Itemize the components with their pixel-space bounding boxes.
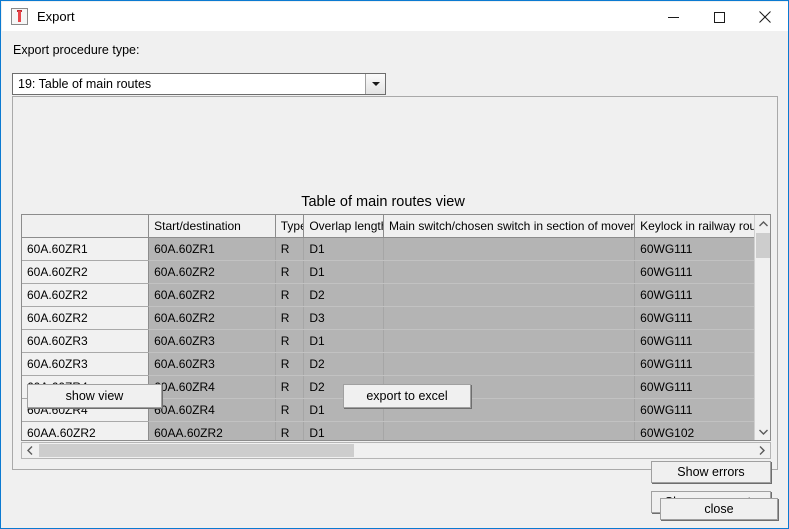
table-cell[interactable]: D1 (303, 329, 384, 353)
table-cell[interactable]: D2 (303, 352, 384, 376)
row-header-cell[interactable]: 60A.60ZR2 (22, 260, 150, 284)
export-signal-icon (11, 8, 28, 25)
row-header-cell[interactable]: 60A.60ZR3 (22, 352, 150, 376)
column-header-start-destination[interactable]: Start/destination (148, 215, 276, 238)
show-errors-button[interactable]: Show errors (651, 461, 771, 483)
column-header-main-switch[interactable]: Main switch/chosen switch in section of … (383, 215, 636, 238)
column-header-rowlabel[interactable] (22, 215, 150, 238)
export-to-excel-button[interactable]: export to excel (343, 384, 471, 408)
show-view-button[interactable]: show view (27, 384, 162, 408)
row-header-cell[interactable]: 60A.60ZR3 (22, 329, 150, 353)
table-cell[interactable]: 60A.60ZR2 (148, 283, 276, 307)
table-horizontal-scrollbar[interactable] (21, 442, 771, 459)
table-cell[interactable] (383, 421, 636, 440)
table-cell[interactable]: R (275, 352, 305, 376)
table-cell[interactable]: R (275, 375, 305, 399)
table-cell[interactable]: D1 (303, 237, 384, 261)
table-cell[interactable] (383, 237, 636, 261)
table-body: 60A.60ZR1 60A.60ZR1 R D1 60WG111 60A.60ZR2 60A… (22, 237, 770, 440)
table-cell[interactable]: 60A.60ZR2 (148, 306, 276, 330)
table-cell[interactable] (383, 329, 636, 353)
table-cell[interactable]: 60WG111 (634, 306, 770, 330)
table-cell[interactable]: R (275, 421, 305, 440)
table-cell[interactable] (383, 306, 636, 330)
table-cell[interactable] (383, 352, 636, 376)
row-header-cell[interactable]: 60A.60ZR2 (22, 306, 150, 330)
column-header-overlap-length[interactable]: Overlap length (303, 215, 384, 238)
table-cell[interactable]: 60A.60ZR2 (148, 260, 276, 284)
table-cell[interactable]: 60WG111 (634, 398, 770, 422)
vertical-scroll-thumb[interactable] (756, 233, 770, 258)
title-bar: Export (2, 2, 788, 31)
procedure-type-select[interactable]: 19: Table of main routes (12, 73, 386, 95)
table-cell[interactable]: 60WG102 (634, 421, 770, 440)
dialog-client-area: Export procedure type: 19: Table of main… (2, 31, 788, 528)
table-cell[interactable]: 60A.60ZR1 (148, 237, 276, 261)
minimize-icon[interactable] (650, 3, 696, 31)
export-preview-panel: Table of main routes view Start/destinat… (12, 96, 778, 513)
maximize-icon[interactable] (696, 3, 742, 31)
table-cell[interactable] (383, 260, 636, 284)
table-row[interactable]: 60A.60ZR1 60A.60ZR1 R D1 60WG111 (22, 237, 770, 261)
table-cell[interactable]: R (275, 329, 305, 353)
table-cell[interactable]: 60WG111 (634, 329, 770, 353)
table-cell[interactable]: 60WG111 (634, 283, 770, 307)
table-cell[interactable] (383, 283, 636, 307)
row-header-cell[interactable]: 60AA.60ZR2 (22, 421, 150, 440)
export-dialog-window: Export Export procedure type: 19: Table … (0, 0, 789, 529)
procedure-type-value: 19: Table of main routes (18, 77, 152, 91)
table-cell[interactable]: 60A.60ZR3 (148, 329, 276, 353)
table-row[interactable]: 60A.60ZR3 60A.60ZR3 R D1 60WG111 (22, 329, 770, 353)
table-row[interactable]: 60AA.60ZR2 60AA.60ZR2 R D1 60WG102 (22, 421, 770, 440)
chevron-down-icon[interactable] (755, 423, 770, 440)
table-row[interactable]: 60A.60ZR2 60A.60ZR2 R D3 60WG111 (22, 306, 770, 330)
window-title: Export (37, 9, 75, 24)
table-cell[interactable]: D3 (303, 306, 384, 330)
view-title: Table of main routes view (301, 194, 465, 210)
chevron-down-icon[interactable] (365, 74, 385, 94)
table-row[interactable]: 60A.60ZR2 60A.60ZR2 R D1 60WG111 (22, 260, 770, 284)
column-header-keylock[interactable]: Keylock in railway route locke (634, 215, 770, 238)
table-row[interactable]: 60A.60ZR2 60A.60ZR2 R D2 60WG111 (22, 283, 770, 307)
close-button[interactable]: close (660, 498, 778, 520)
table-cell[interactable]: D1 (303, 260, 384, 284)
table-cell[interactable]: D1 (303, 421, 384, 440)
table-cell[interactable]: R (275, 237, 305, 261)
row-header-cell[interactable]: 60A.60ZR2 (22, 283, 150, 307)
table-cell[interactable]: 60WG111 (634, 375, 770, 399)
table-cell[interactable]: 60WG111 (634, 352, 770, 376)
table-cell[interactable]: R (275, 306, 305, 330)
table-cell[interactable]: 60A.60ZR3 (148, 352, 276, 376)
table-cell[interactable]: 60AA.60ZR2 (148, 421, 276, 440)
table-row[interactable]: 60A.60ZR3 60A.60ZR3 R D2 60WG111 (22, 352, 770, 376)
table-cell[interactable]: D2 (303, 283, 384, 307)
chevron-right-icon[interactable] (754, 443, 770, 458)
table-cell[interactable]: 60WG111 (634, 237, 770, 261)
horizontal-scroll-thumb[interactable] (39, 444, 354, 457)
table-header-row: Start/destination Type Overlap length Ma… (22, 215, 770, 238)
table-cell[interactable]: 60A.60ZR4 (148, 398, 276, 422)
close-icon[interactable] (742, 3, 788, 31)
table-vertical-scrollbar[interactable] (754, 215, 770, 440)
table-cell[interactable]: R (275, 398, 305, 422)
table-cell[interactable]: R (275, 283, 305, 307)
table-cell[interactable]: 60WG111 (634, 260, 770, 284)
procedure-type-label: Export procedure type: (13, 43, 140, 57)
table-cell[interactable]: R (275, 260, 305, 284)
row-header-cell[interactable]: 60A.60ZR1 (22, 237, 150, 261)
table-cell[interactable]: 60A.60ZR4 (148, 375, 276, 399)
chevron-up-icon[interactable] (755, 215, 770, 232)
chevron-left-icon[interactable] (22, 443, 38, 458)
column-header-type[interactable]: Type (275, 215, 305, 238)
